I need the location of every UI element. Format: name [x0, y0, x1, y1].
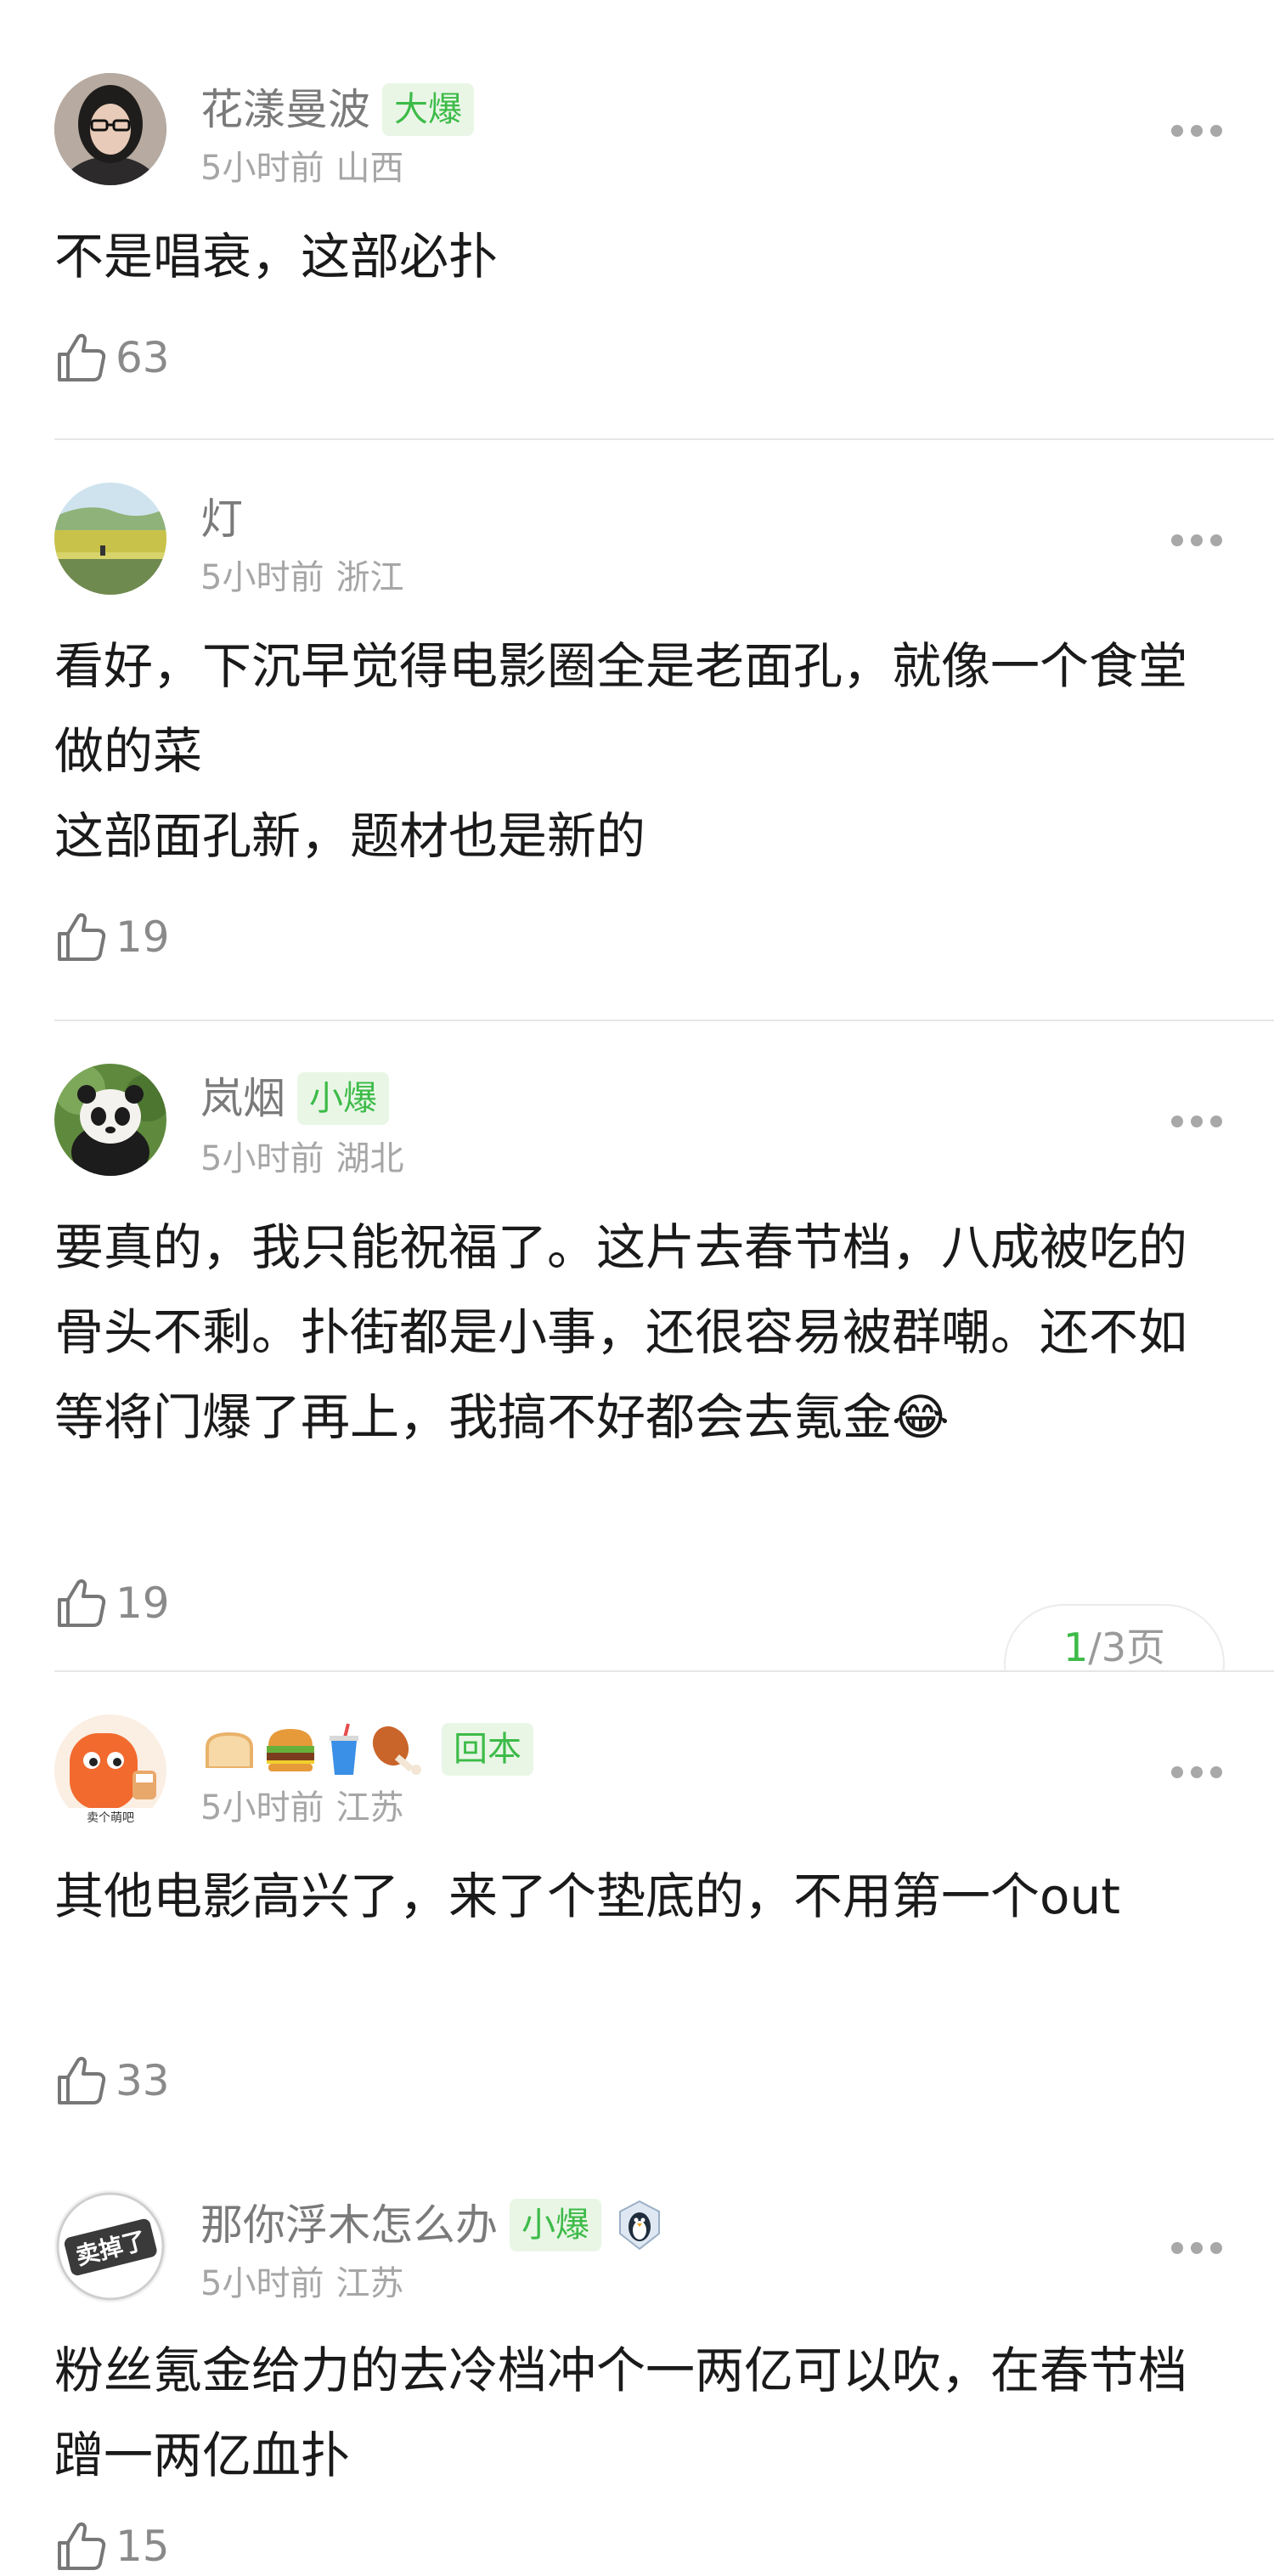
thumbs-up-icon [58, 2522, 106, 2570]
page-indicator[interactable]: 1/3页 [994, 1589, 1249, 1670]
avatar[interactable] [54, 1064, 166, 1176]
comment-meta: 5小时前 山西 [200, 144, 403, 192]
like-count: 63 [116, 333, 170, 382]
thumbs-up-icon [58, 1579, 106, 1627]
level-badge: 回本 [442, 1723, 533, 1776]
more-dots-icon[interactable] [1169, 532, 1225, 549]
more-dots-icon[interactable] [1169, 2240, 1225, 2257]
avatar[interactable] [54, 483, 166, 595]
comment-location: 浙江 [335, 558, 404, 597]
bread-icon [200, 1724, 258, 1775]
avatar[interactable]: 卖个萌吧 [54, 1715, 166, 1827]
comment-text: 其他电影高兴了，来了个垫底的，不用第一个out [54, 1867, 1120, 1925]
comment-text: 粉丝氪金给力的去冷档冲个一两亿可以吹，在春节档蹭一两亿血扑 [54, 2342, 1188, 2484]
pager-total: /3页 [1088, 1624, 1166, 1670]
comment-time: 5小时前 [200, 1139, 324, 1178]
comment-meta: 5小时前 湖北 [200, 1135, 403, 1183]
more-dots-icon[interactable] [1169, 1764, 1225, 1781]
comment-meta: 5小时前 江苏 [200, 1784, 403, 1832]
comment-location: 湖北 [335, 1139, 404, 1178]
like-button[interactable]: 19 [54, 1573, 170, 1633]
penguin-icon [617, 2200, 662, 2251]
divider [54, 438, 1274, 440]
burger-icon [262, 1724, 319, 1775]
like-count: 33 [116, 2056, 170, 2105]
comment-location: 江苏 [335, 2264, 404, 2303]
level-badge: 小爆 [510, 2199, 601, 2251]
avatar-caption: 卖个萌吧 [87, 1811, 134, 1825]
username[interactable]: 灯 [200, 489, 243, 549]
thumbs-up-icon [58, 912, 106, 961]
avatar[interactable]: 卖掉了 [54, 2190, 166, 2302]
comment-time: 5小时前 [200, 1788, 324, 1827]
username[interactable]: 岚烟 [200, 1069, 285, 1128]
like-button[interactable]: 15 [54, 2517, 170, 2576]
username[interactable]: 那你浮木怎么办 [200, 2195, 498, 2255]
like-count: 15 [116, 2522, 170, 2571]
comment-meta: 5小时前 浙江 [200, 554, 403, 602]
avatar[interactable] [54, 73, 166, 185]
level-badge: 小爆 [297, 1072, 389, 1125]
comment-location: 山西 [335, 149, 404, 188]
comment-text: 要真的，我只能祝福了。这片去春节档，八成被吃的骨头不剩。扑街都是小事，还很容易被… [54, 1218, 1188, 1446]
drink-icon [323, 1722, 365, 1777]
divider [54, 1020, 1274, 1021]
like-count: 19 [116, 1579, 170, 1628]
comment-time: 5小时前 [200, 149, 324, 188]
like-button[interactable]: 19 [54, 907, 170, 967]
username[interactable]: 花漾曼波 [200, 80, 370, 139]
more-dots-icon[interactable] [1169, 122, 1225, 139]
more-dots-icon[interactable] [1169, 1113, 1225, 1130]
thumbs-up-icon [58, 2056, 106, 2104]
comment-time: 5小时前 [200, 2264, 324, 2303]
comment-location: 江苏 [335, 1788, 404, 1827]
like-button[interactable]: 63 [54, 328, 170, 387]
like-button[interactable]: 33 [54, 2051, 170, 2110]
drumstick-icon [369, 1722, 426, 1777]
comment-meta: 5小时前 江苏 [200, 2260, 403, 2308]
comment-time: 5小时前 [200, 558, 324, 597]
comment-feed: 花漾曼波 大爆 5小时前 山西 不是唱衰，这部必扑 63 灯 5小时前 浙江 看… [0, 0, 1274, 2571]
level-badge: 大爆 [382, 83, 474, 136]
pager-current: 1 [1063, 1624, 1089, 1670]
like-count: 19 [116, 912, 170, 962]
comment-text: 不是唱衰，这部必扑 [54, 228, 499, 285]
thumbs-up-icon [58, 333, 106, 381]
comment-text: 看好，下沉早觉得电影圈全是老面孔，就像一个食堂做的菜 这部面孔新，题材也是新的 [54, 637, 1188, 865]
divider [54, 1670, 1274, 1672]
